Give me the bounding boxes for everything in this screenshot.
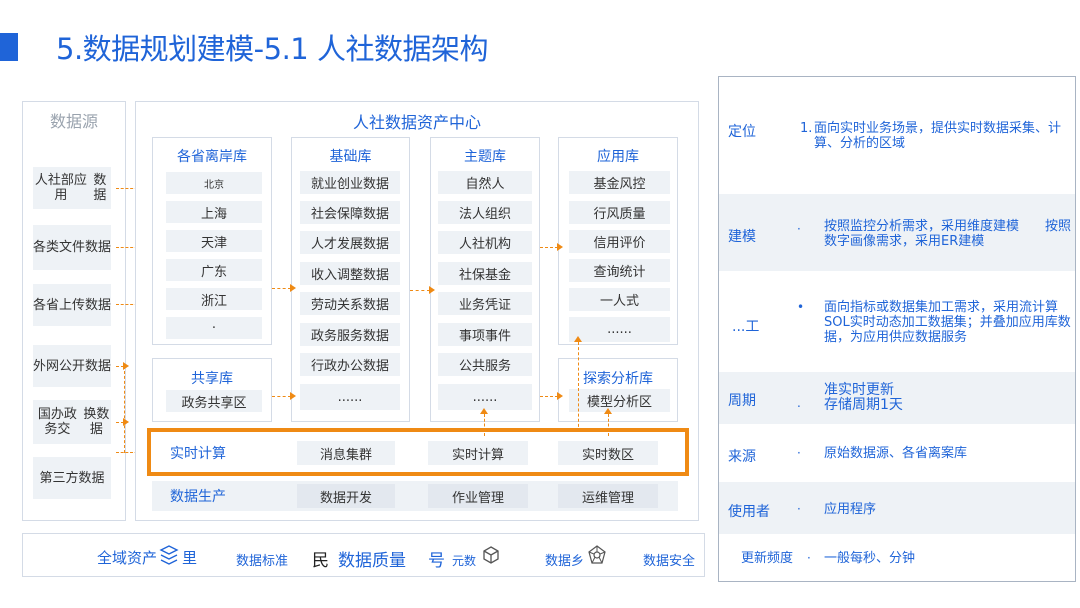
explore-item: 模型分析区	[569, 389, 670, 412]
topic-item: 公共服务	[438, 353, 532, 376]
app-item: 查询统计	[569, 259, 670, 282]
quality-label: 数据质量	[338, 551, 406, 571]
min-char: 民	[312, 551, 329, 571]
base-item: ......	[300, 384, 400, 410]
base-library-title: 基础库	[329, 149, 372, 165]
production-item: 数据开发	[297, 484, 395, 508]
realtime-item: 实时计算	[428, 441, 528, 465]
stack-icon	[158, 545, 180, 565]
base-item: 劳动关系数据	[300, 292, 400, 315]
app-item: ......	[569, 317, 670, 342]
offshore-library-title: 各省离岸库	[177, 149, 247, 165]
flow-line	[124, 366, 125, 453]
asset-center-title: 人社数据资产中心	[352, 113, 481, 132]
flow-arrow	[574, 336, 582, 432]
data-source-title: 数据源	[49, 112, 98, 131]
production-item: 运维管理	[558, 484, 658, 508]
app-item: 信用评价	[569, 230, 670, 253]
offshore-item: 上海	[166, 201, 262, 223]
standard-label: 数据标准	[236, 554, 289, 569]
app-item: 行风质量	[569, 201, 670, 224]
detail-bullet: ·	[797, 446, 801, 460]
production-item: 作业管理	[428, 484, 528, 508]
meta-label: 元数	[452, 554, 477, 568]
detail-label: 使用者	[728, 504, 770, 520]
realtime-label: 实时计算	[170, 446, 226, 462]
source-item: 外网公开 数据	[33, 345, 111, 387]
security-label: 数据安全	[643, 554, 696, 569]
shared-library-title: 共享库	[191, 371, 233, 387]
detail-label: ...工	[732, 319, 760, 335]
flow-line	[116, 418, 129, 426]
flow-arrow	[272, 284, 296, 292]
detail-bullet: ·	[807, 551, 811, 565]
detail-bullet: .	[797, 396, 801, 410]
detail-label: 定位	[728, 124, 756, 140]
cube-icon	[481, 545, 501, 565]
detail-label: 来源	[728, 449, 756, 465]
app-item: 一人式	[569, 288, 670, 311]
topic-library-title: 主题库	[464, 149, 506, 165]
detail-text: 面向指标或数据集加工需求，采用流计算SOL实时动态加工数据集；并叠加应用库数据，…	[824, 300, 1071, 345]
detail-text: 一般每秒、分钟	[824, 551, 916, 566]
offshore-item: 广东	[166, 259, 262, 281]
page-title: 5.数据规划建模-5.1 人社数据架构	[56, 32, 488, 66]
topic-item: 业务凭证	[438, 292, 532, 315]
offshore-item: 天津	[166, 230, 262, 252]
offshore-item: 北京	[166, 172, 262, 194]
lineage-label: 数据乡	[545, 554, 585, 569]
base-item: 社会保障数据	[300, 201, 400, 224]
app-library-title: 应用库	[597, 149, 639, 165]
base-item: 政务服务数据	[300, 323, 400, 346]
topic-item: 社保基金	[438, 262, 532, 285]
topic-item: ......	[438, 384, 532, 410]
topic-item: 法人组织	[438, 201, 532, 224]
detail-bullet: •	[797, 300, 805, 314]
explore-library-title: 探索分析库	[583, 371, 653, 387]
detail-text: 面向实时业务场景，提供实时数据采集、计算、分析的区域	[814, 121, 1062, 151]
detail-label: 更新频度	[741, 551, 794, 566]
detail-bullet: 1.	[800, 121, 813, 136]
flow-arrow	[410, 286, 435, 294]
flow-arrow	[540, 243, 563, 251]
offshore-item: ·	[166, 317, 262, 339]
title-accent-bar	[0, 33, 18, 61]
source-item: 第三方数据	[33, 457, 111, 499]
flow-line	[116, 362, 129, 370]
topic-item: 人社机构	[438, 231, 532, 254]
asset-tail: 里	[182, 549, 198, 567]
topic-item: 事项事件	[438, 323, 532, 346]
app-item: 基金风控	[569, 171, 670, 194]
source-item: 各省上传 数据	[33, 284, 111, 326]
base-item: 人才发展数据	[300, 231, 400, 254]
network-icon	[586, 544, 608, 566]
detail-text: 应用程序	[824, 502, 877, 517]
flow-arrow	[540, 392, 563, 400]
detail-label: 建模	[728, 229, 756, 245]
data-production-label: 数据生产	[170, 489, 226, 505]
base-item: 就业创业数据	[300, 171, 400, 194]
flow-arrow	[272, 392, 296, 400]
source-item: 人社部应用 数据	[33, 167, 111, 209]
detail-bullet: ·	[797, 502, 801, 516]
source-item: 各类文件 数据	[33, 225, 111, 270]
shared-item: 政务共享区	[166, 390, 262, 412]
base-item: 行政办公数据	[300, 353, 400, 376]
realtime-item: 实时数区	[558, 441, 658, 465]
asset-label: 全域资产	[97, 549, 158, 567]
detail-bullet: ·	[797, 222, 801, 236]
topic-item: 自然人	[438, 171, 532, 194]
detail-text: 准实时更新 存储周期1天	[824, 382, 903, 413]
offshore-item: 浙江	[166, 288, 262, 310]
detail-text: 原始数据源、各省离案库	[824, 446, 968, 461]
hao-char: 号	[428, 551, 445, 571]
base-item: 收入调整数据	[300, 262, 400, 285]
source-item: 国办政务交 换数据	[33, 400, 111, 444]
detail-text: 按照监控分析需求，采用维度建模 按照数字画像需求，采用ER建模	[824, 219, 1072, 249]
realtime-item: 消息集群	[297, 441, 395, 465]
detail-label: 周期	[728, 393, 756, 409]
